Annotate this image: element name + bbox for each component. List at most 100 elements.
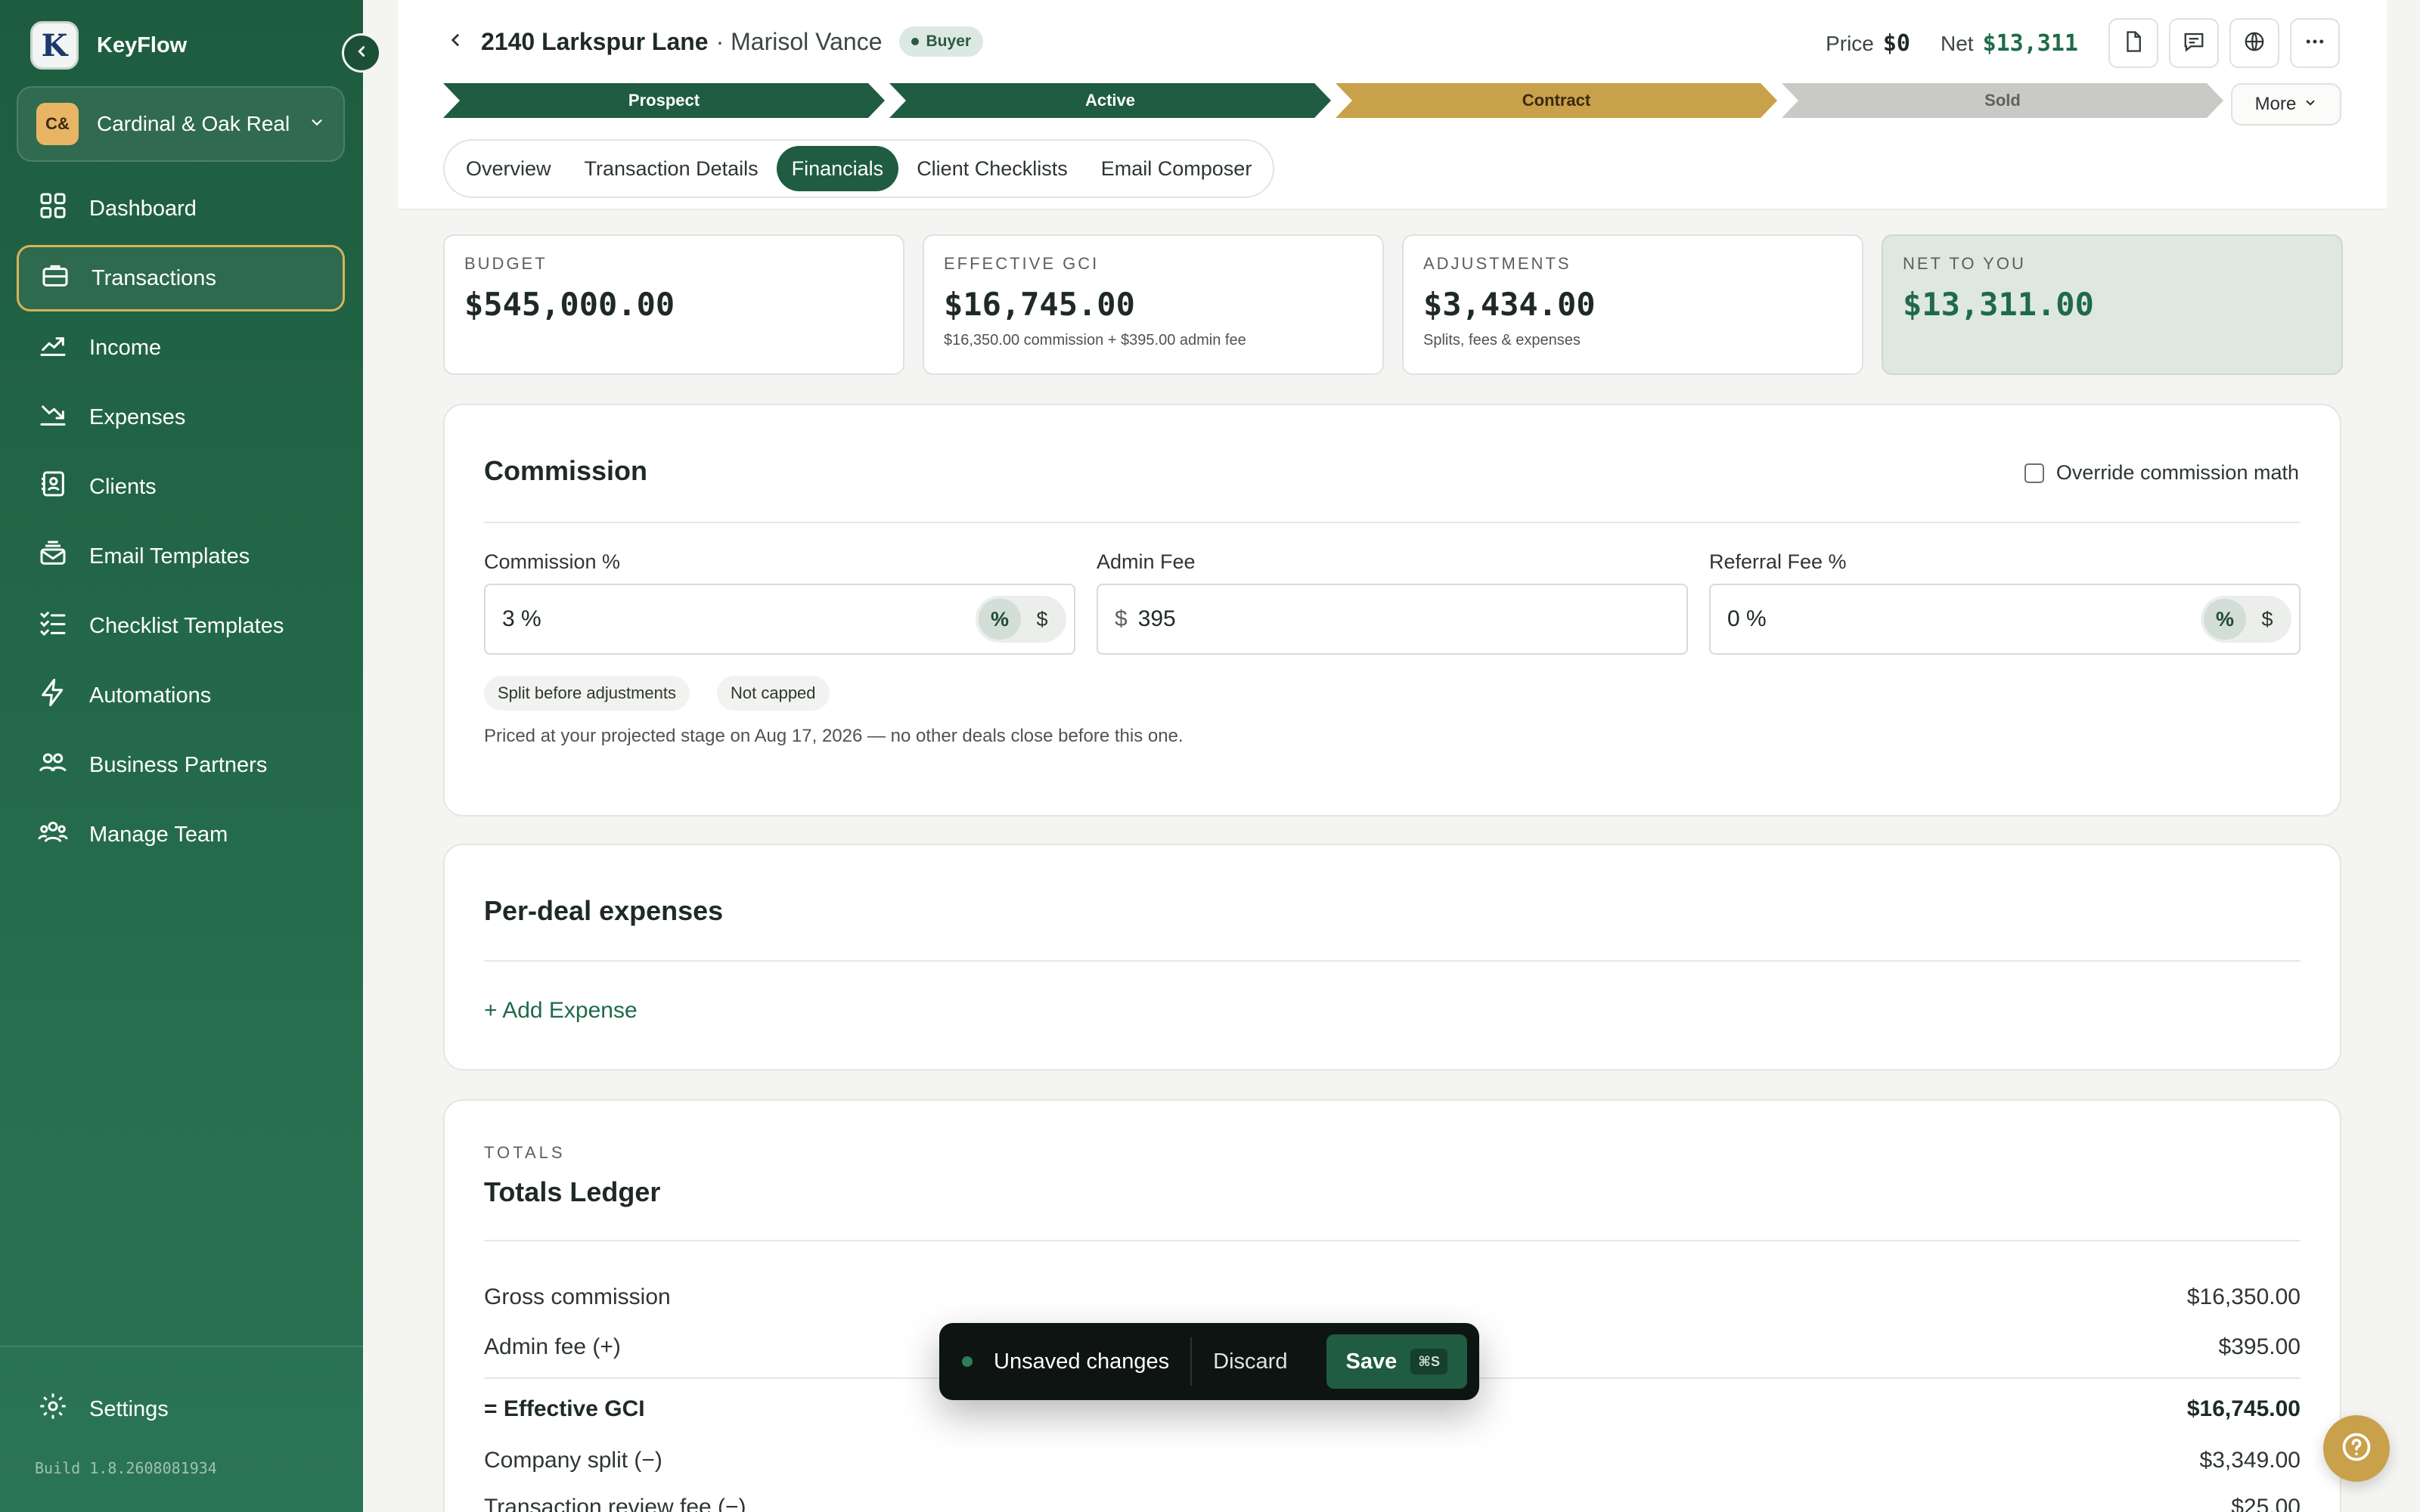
stat-budget: BUDGET $545,000.00	[443, 234, 904, 375]
tab-transaction-details[interactable]: Transaction Details	[569, 146, 774, 191]
header-divider	[398, 209, 2387, 210]
sidebar-item-checklist-templates[interactable]: Checklist Templates	[17, 593, 345, 659]
stage-contract[interactable]: Contract	[1336, 83, 1777, 118]
deal-tabs: Overview Transaction Details Financials …	[443, 139, 1275, 198]
ledger-row-value: $16,745.00	[2186, 1396, 2301, 1421]
comments-button[interactable]	[2169, 18, 2219, 68]
section-title: Per-deal expenses	[484, 895, 724, 926]
more-actions-button[interactable]	[2290, 18, 2340, 68]
commission-pct-input[interactable]: 3 % % $	[484, 584, 1075, 655]
ledger-row-label: = Effective GCI	[484, 1396, 645, 1421]
sidebar-divider	[0, 1346, 363, 1347]
net-value: $13,311	[1982, 29, 2078, 57]
admin-fee-label: Admin Fee	[1097, 550, 1196, 573]
sidebar-item-settings[interactable]: Settings	[17, 1376, 345, 1442]
commission-panel: Commission Override commission math Comm…	[443, 404, 2341, 816]
ledger-row-label: Company split (−)	[484, 1448, 662, 1473]
org-switcher[interactable]: C& Cardinal & Oak Real...	[17, 86, 345, 162]
sidebar-item-automations[interactable]: Automations	[17, 662, 345, 729]
sidebar-item-label: Automations	[89, 683, 212, 708]
save-button[interactable]: Save ⌘S	[1326, 1334, 1467, 1389]
price-value: $0	[1882, 29, 1910, 57]
chevron-down-icon	[2304, 94, 2317, 115]
sidebar-item-income[interactable]: Income	[17, 314, 345, 381]
sidebar-item-dashboard[interactable]: Dashboard	[17, 175, 345, 242]
document-button[interactable]	[2108, 18, 2158, 68]
trend-down-icon	[38, 399, 68, 435]
sidebar-item-label: Business Partners	[89, 752, 268, 777]
stat-value: $16,745.00	[944, 286, 1135, 323]
unsaved-indicator	[962, 1356, 973, 1367]
checklist-icon	[38, 608, 68, 644]
unit-dollar-option[interactable]: $	[2246, 599, 2288, 640]
section-title: Totals Ledger	[484, 1176, 661, 1207]
sidebar-item-label: Dashboard	[89, 196, 197, 221]
stat-value: $13,311.00	[1903, 286, 2094, 323]
sidebar-item-transactions[interactable]: Transactions	[17, 245, 345, 311]
sidebar-settings: Settings	[17, 1376, 345, 1445]
add-expense-button[interactable]: + Add Expense	[484, 998, 638, 1024]
expenses-panel: Per-deal expenses + Add Expense	[443, 844, 2341, 1070]
discard-button[interactable]: Discard	[1213, 1349, 1287, 1374]
tab-client-checklists[interactable]: Client Checklists	[901, 146, 1083, 191]
stage-pipeline: Prospect Active Contract Sold	[443, 83, 2223, 118]
partners-icon	[38, 747, 68, 783]
tab-email-composer[interactable]: Email Composer	[1086, 146, 1267, 191]
ledger-eyebrow: TOTALS	[484, 1143, 566, 1162]
header-actions: Price $0 Net $13,311	[1826, 18, 2340, 68]
sidebar-nav: Dashboard Transactions Income Expenses C…	[17, 175, 345, 871]
tab-overview[interactable]: Overview	[451, 146, 566, 191]
unit-percent-option[interactable]: %	[2204, 599, 2246, 640]
deal-address: 2140 Larkspur Lane	[481, 27, 709, 55]
brand[interactable]: K KeyFlow	[30, 21, 187, 70]
stage-sold[interactable]: Sold	[1782, 83, 2223, 118]
referral-fee-input[interactable]: 0 % % $	[1709, 584, 2301, 655]
save-label: Save	[1345, 1349, 1398, 1374]
chevron-left-icon	[445, 30, 465, 54]
override-checkbox[interactable]	[2024, 463, 2044, 483]
sidebar-item-expenses[interactable]: Expenses	[17, 384, 345, 451]
contacts-book-icon	[38, 469, 68, 505]
deal-header: 2140 Larkspur Lane · Marisol Vance Buyer…	[398, 0, 2387, 210]
override-commission-toggle[interactable]: Override commission math	[2024, 461, 2299, 485]
back-button[interactable]	[440, 26, 470, 57]
tab-financials[interactable]: Financials	[776, 146, 899, 191]
sidebar-item-business-partners[interactable]: Business Partners	[17, 732, 345, 798]
stat-subtext: $16,350.00 commission + $395.00 admin fe…	[944, 332, 1246, 349]
section-divider	[484, 522, 2301, 523]
sidebar-item-email-templates[interactable]: Email Templates	[17, 523, 345, 590]
more-label: More	[2254, 94, 2297, 114]
unit-dollar-option[interactable]: $	[1021, 599, 1063, 640]
admin-fee-value: 395	[1137, 606, 1176, 631]
gear-icon	[38, 1391, 68, 1427]
stage-prospect[interactable]: Prospect	[443, 83, 885, 118]
app-name: KeyFlow	[97, 33, 188, 57]
sidebar-item-manage-team[interactable]: Manage Team	[17, 801, 345, 868]
ellipsis-icon	[2304, 30, 2326, 57]
override-label: Override commission math	[2055, 461, 2299, 484]
web-button[interactable]	[2229, 18, 2279, 68]
sidebar-item-label: Transactions	[92, 265, 216, 290]
collapse-sidebar-button[interactable]	[342, 33, 381, 73]
sidebar-item-label: Email Templates	[89, 544, 250, 569]
help-button[interactable]	[2323, 1415, 2390, 1482]
section-divider	[484, 960, 2301, 962]
section-title: Commission	[484, 455, 648, 486]
commission-pct-label: Commission %	[484, 550, 621, 573]
stage-active[interactable]: Active	[889, 83, 1331, 118]
stat-net-to-you: NET TO YOU $13,311.00	[1882, 234, 2343, 375]
save-shortcut: ⌘S	[1410, 1349, 1447, 1374]
admin-fee-input[interactable]: $ 395	[1097, 584, 1688, 655]
comment-icon	[2183, 30, 2205, 57]
sidebar-item-clients[interactable]: Clients	[17, 454, 345, 520]
stat-adjustments: ADJUSTMENTS $3,434.00 Splits, fees & exp…	[1402, 234, 1863, 375]
chevron-down-icon	[309, 114, 325, 135]
net-summary: Net $13,311	[1941, 30, 2078, 57]
sidebar-item-label: Checklist Templates	[89, 613, 284, 638]
ledger-row-label: Gross commission	[484, 1284, 671, 1309]
chevron-left-icon	[353, 43, 370, 64]
financial-summary: BUDGET $545,000.00 EFFECTIVE GCI $16,745…	[443, 234, 2343, 375]
cap-status-chip: Not capped	[717, 676, 830, 711]
unit-percent-option[interactable]: %	[979, 599, 1021, 640]
more-stages-button[interactable]: More	[2231, 83, 2341, 125]
